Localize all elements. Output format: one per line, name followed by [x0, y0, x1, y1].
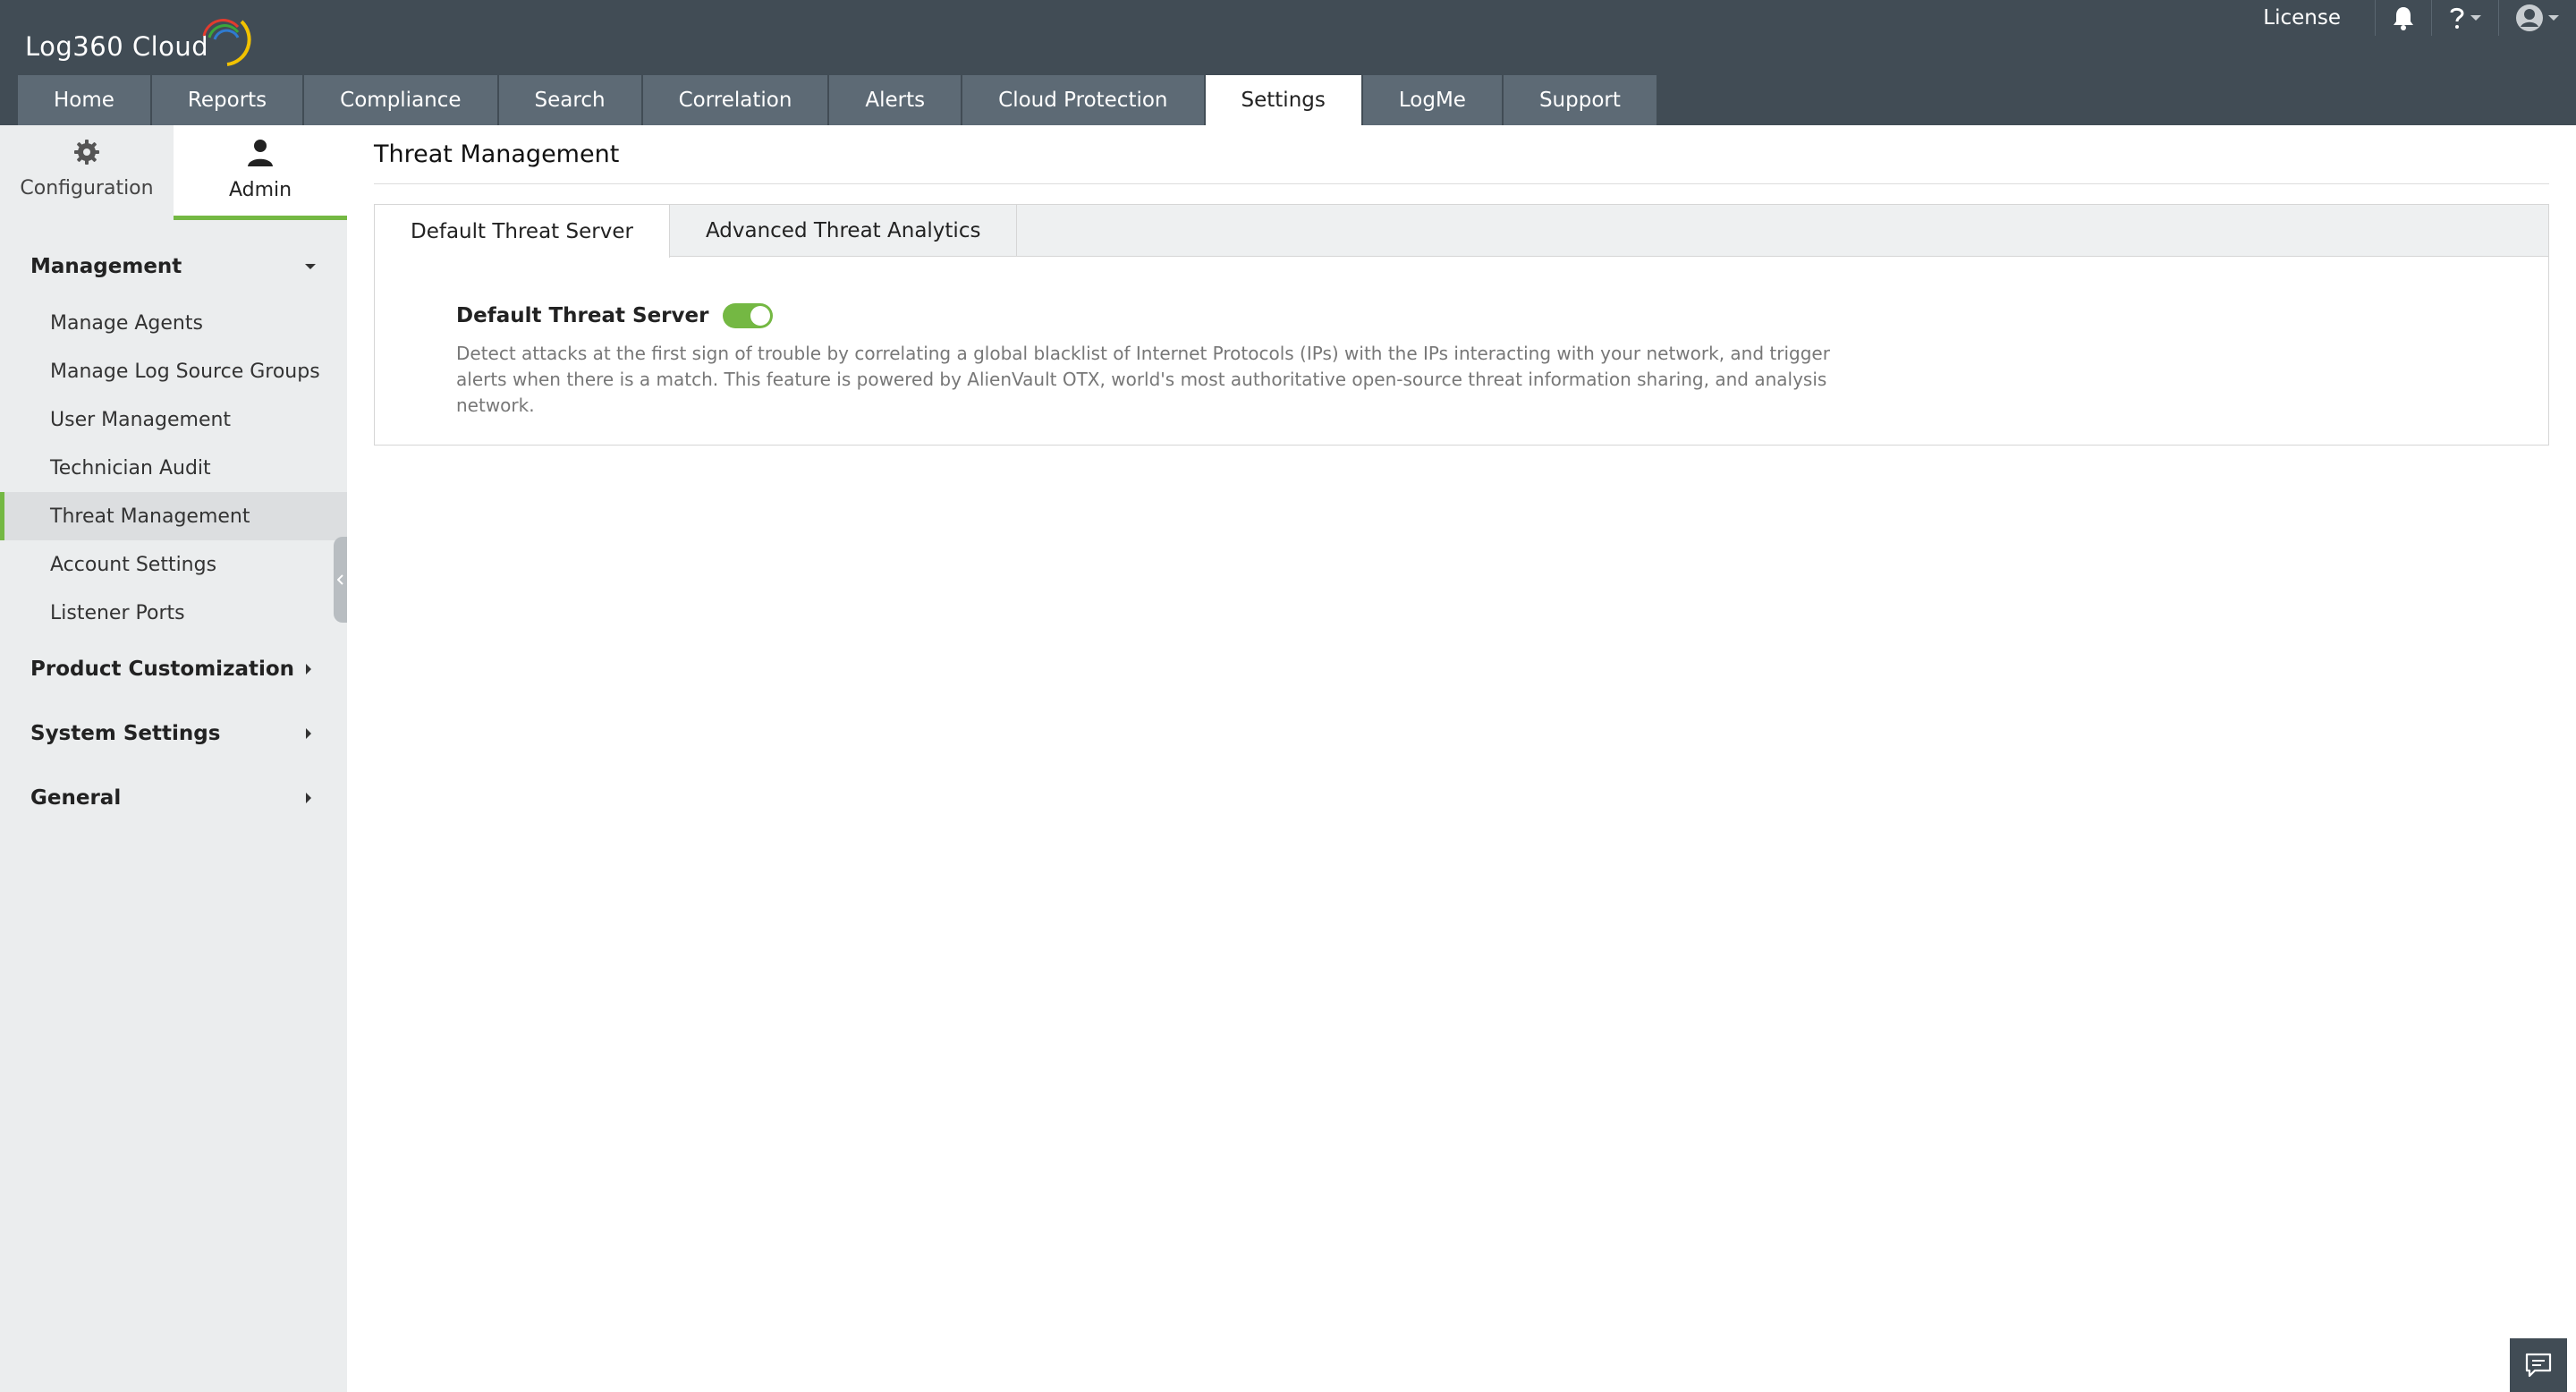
tab-label: Home	[54, 89, 114, 112]
setting-description: Detect attacks at the first sign of trou…	[456, 343, 1830, 416]
tab-label: Compliance	[340, 89, 462, 112]
tab-label: Reports	[187, 89, 267, 112]
subtab-label: Advanced Threat Analytics	[705, 219, 981, 242]
notifications-button[interactable]	[2375, 0, 2431, 36]
tab-default-threat-server[interactable]: Default Threat Server	[375, 205, 670, 258]
page-title: Threat Management	[374, 125, 2549, 184]
sidebar-item-listener-ports[interactable]: Listener Ports	[0, 589, 347, 637]
tab-label: Settings	[1241, 89, 1326, 112]
sidebar-item-label: Manage Agents	[50, 311, 203, 335]
tab-compliance[interactable]: Compliance	[304, 75, 497, 125]
sidebar-item-label: User Management	[50, 408, 232, 431]
gear-icon	[74, 140, 99, 165]
section-label: System Settings	[30, 722, 221, 745]
threat-subtabs: Default Threat Server Advanced Threat An…	[375, 205, 2548, 258]
settings-sidebar: Configuration Admin Management Manage Ag…	[0, 125, 347, 1392]
tab-search[interactable]: Search	[498, 75, 641, 125]
user-avatar-icon	[2516, 4, 2543, 31]
section-label: General	[30, 786, 122, 810]
tab-correlation[interactable]: Correlation	[642, 75, 828, 125]
sidebar-section-product-customization[interactable]: Product Customization	[0, 637, 347, 701]
tab-label: Cloud Protection	[998, 89, 1168, 112]
chat-button[interactable]	[2510, 1338, 2567, 1392]
help-icon	[2450, 7, 2464, 29]
admin-label: Admin	[228, 179, 292, 201]
sidebar-mode-switch: Configuration Admin	[0, 125, 347, 220]
tab-advanced-threat-analytics[interactable]: Advanced Threat Analytics	[670, 205, 1018, 257]
header-utilities: License	[2263, 0, 2576, 36]
tab-label: Support	[1538, 89, 1621, 112]
user-menu-button[interactable]	[2498, 0, 2576, 36]
sidebar-item-label: Manage Log Source Groups	[50, 360, 320, 383]
tab-label: Search	[534, 89, 606, 112]
chevron-left-icon	[336, 574, 343, 585]
main-content: Threat Management Default Threat Server …	[374, 125, 2549, 446]
setting-label: Default Threat Server	[456, 304, 709, 327]
caret-right-icon	[306, 728, 311, 739]
threat-settings-panel: Default Threat Server Advanced Threat An…	[374, 204, 2549, 446]
tab-support[interactable]: Support	[1503, 75, 1657, 125]
admin-user-icon	[248, 140, 273, 166]
sidebar-item-label: Technician Audit	[50, 456, 211, 480]
sidebar-item-label: Account Settings	[50, 553, 217, 576]
bell-icon	[2394, 7, 2413, 30]
logo-text: Log360 Cloud	[25, 31, 209, 62]
caret-right-icon	[306, 664, 311, 675]
tab-settings[interactable]: Settings	[1205, 75, 1361, 125]
sidebar-item-user-management[interactable]: User Management	[0, 395, 347, 444]
sidebar-item-account-settings[interactable]: Account Settings	[0, 540, 347, 589]
sidebar-item-technician-audit[interactable]: Technician Audit	[0, 444, 347, 492]
section-label: Product Customization	[30, 658, 295, 681]
sidebar-item-label: Listener Ports	[50, 601, 185, 624]
tab-label: LogMe	[1398, 89, 1466, 112]
chat-icon	[2525, 1353, 2552, 1378]
tab-home[interactable]: Home	[18, 75, 150, 125]
default-threat-server-toggle[interactable]	[723, 303, 774, 328]
default-threat-server-setting: Default Threat Server	[456, 303, 774, 328]
license-link[interactable]: License	[2263, 6, 2341, 30]
sidebar-collapse-handle[interactable]	[334, 537, 347, 623]
section-label: Management	[30, 255, 182, 278]
sidebar-section-system-settings[interactable]: System Settings	[0, 701, 347, 766]
top-header: Log360 Cloud License Home Reports Compli…	[0, 0, 2576, 125]
tab-label: Alerts	[865, 89, 926, 112]
logo-arc-icon	[202, 19, 251, 66]
admin-button[interactable]: Admin	[174, 125, 347, 220]
tab-logme[interactable]: LogMe	[1362, 75, 1502, 125]
toggle-knob	[750, 306, 771, 326]
help-menu-button[interactable]	[2431, 0, 2498, 36]
configuration-label: Configuration	[20, 177, 154, 199]
caret-right-icon	[306, 793, 311, 803]
app-logo[interactable]: Log360 Cloud	[25, 19, 251, 66]
subtab-label: Default Threat Server	[411, 219, 633, 243]
tab-reports[interactable]: Reports	[151, 75, 303, 125]
caret-down-icon	[2548, 15, 2559, 21]
sidebar-item-label: Threat Management	[50, 505, 250, 528]
main-nav-tabs: Home Reports Compliance Search Correlati…	[18, 75, 1658, 125]
caret-down-icon	[305, 264, 316, 269]
sidebar-item-manage-log-source-groups[interactable]: Manage Log Source Groups	[0, 347, 347, 395]
configuration-button[interactable]: Configuration	[0, 125, 174, 220]
sidebar-section-general[interactable]: General	[0, 766, 347, 830]
sidebar-item-manage-agents[interactable]: Manage Agents	[0, 299, 347, 347]
caret-down-icon	[2470, 15, 2481, 21]
sidebar-item-threat-management[interactable]: Threat Management	[0, 492, 347, 540]
sidebar-section-management[interactable]: Management	[0, 234, 347, 299]
tab-label: Correlation	[678, 89, 792, 112]
tab-cloud-protection[interactable]: Cloud Protection	[962, 75, 1204, 125]
tab-alerts[interactable]: Alerts	[829, 75, 962, 125]
